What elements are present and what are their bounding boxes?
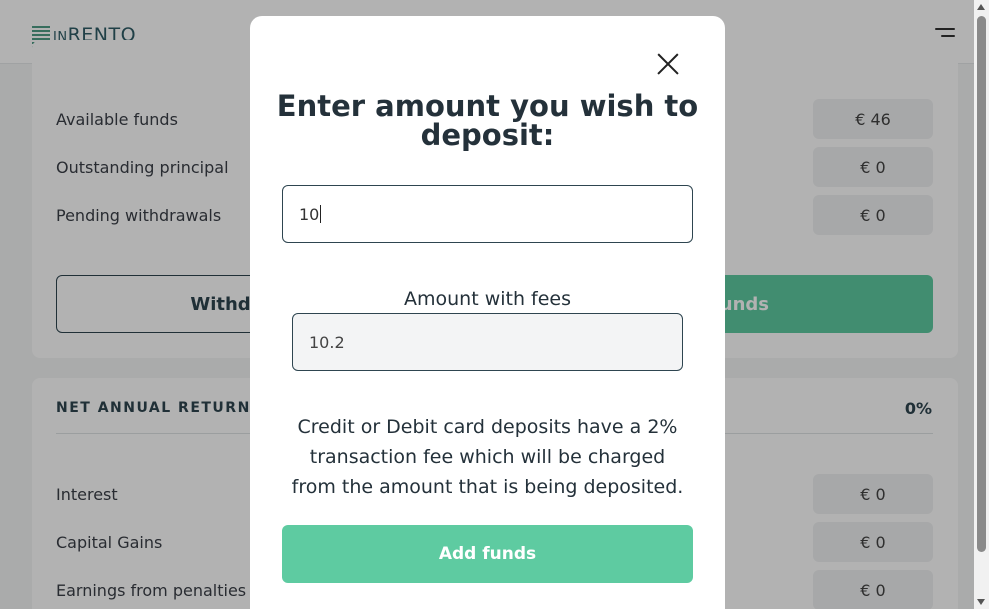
modal-add-funds-button[interactable]: Add funds <box>282 525 693 583</box>
scroll-down-icon[interactable] <box>977 599 985 605</box>
text-caret <box>320 205 322 223</box>
amount-with-fees-field: 10.2 <box>292 313 683 371</box>
modal-title: Enter amount you wish to deposit: <box>276 89 699 152</box>
deposit-modal: Enter amount you wish to deposit: 10 Amo… <box>250 16 725 609</box>
scrollbar-thumb[interactable] <box>977 16 986 552</box>
fee-notice: Credit or Debit card deposits have a 2% … <box>291 416 684 498</box>
page-scrollbar[interactable] <box>974 0 989 609</box>
scroll-up-icon[interactable] <box>977 4 985 10</box>
close-icon[interactable] <box>656 52 680 76</box>
deposit-amount-value: 10 <box>299 204 320 224</box>
deposit-amount-input[interactable]: 10 <box>282 185 693 243</box>
amount-with-fees-value: 10.2 <box>309 332 345 352</box>
amount-with-fees-label: Amount with fees <box>403 288 572 310</box>
